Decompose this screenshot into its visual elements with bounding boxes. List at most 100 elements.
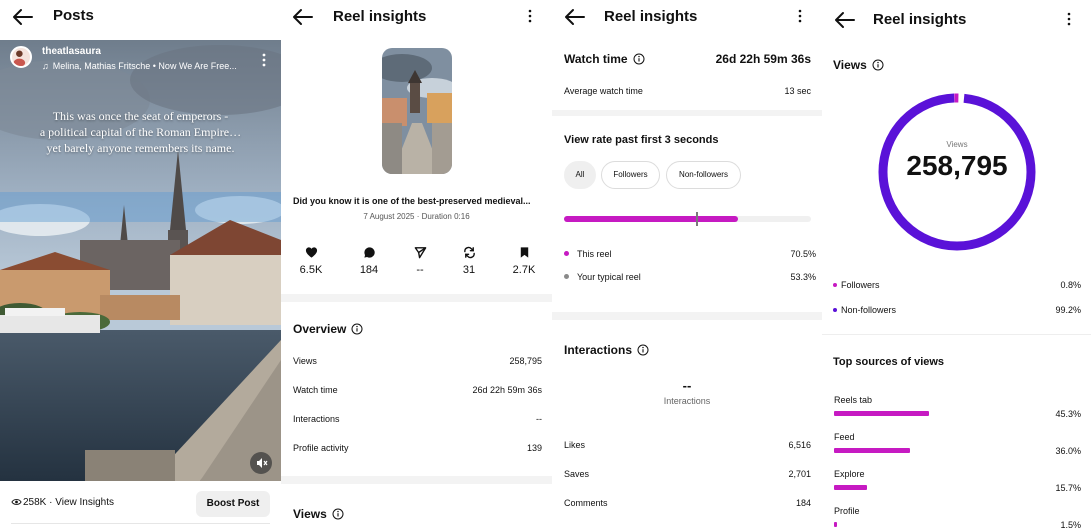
filter-chip-non-followers[interactable]: Non-followers [666, 161, 741, 189]
section-divider [281, 476, 552, 484]
back-arrow-icon[interactable] [291, 8, 313, 26]
source-bar [834, 485, 867, 490]
interactions-title-label: Interactions [564, 343, 633, 357]
legend-dot [833, 308, 837, 312]
reel-caption: Did you know it is one of the best-prese… [293, 196, 531, 206]
saves-stat: 2.7K [499, 244, 549, 276]
source-bar [834, 522, 838, 527]
caption-line: yet barely anyone remembers its name. [46, 141, 235, 155]
username[interactable]: theatlasaura [42, 46, 101, 57]
audience-value: 99.2% [1055, 305, 1081, 315]
bookmark-icon [499, 244, 549, 260]
overview-row-value: 139 [526, 443, 542, 453]
average-watch-time-value: 13 sec [784, 86, 811, 96]
source-value: 36.0% [1055, 446, 1081, 456]
donut-value: 258,795 [906, 150, 1008, 181]
overview-row-value: 26d 22h 59m 36s [472, 385, 542, 395]
watch-time-value: 26d 22h 59m 36s [715, 52, 811, 66]
reel-thumbnail[interactable] [382, 48, 452, 174]
legend-dot [564, 251, 569, 256]
overview-row-label: Profile activity [293, 443, 349, 453]
typical-reel-marker [695, 212, 698, 226]
reposts-value: 31 [462, 264, 476, 276]
comments-stat: 184 [344, 244, 394, 276]
source-label: Reels tab [834, 395, 873, 405]
source-label: Profile [834, 506, 860, 516]
section-divider [552, 312, 822, 320]
views-title: Views [833, 58, 884, 72]
view-rate-fill [564, 216, 739, 222]
source-bar [834, 448, 910, 453]
info-icon[interactable] [872, 59, 884, 71]
view-rate-title: View rate past first 3 seconds [564, 134, 719, 146]
legend-this-reel: This reel [564, 249, 612, 259]
overview-row-value: 258,795 [509, 356, 542, 366]
views-title: Views [293, 507, 344, 521]
overview-row-label: Interactions [293, 414, 340, 424]
reel-video[interactable] [0, 40, 281, 481]
reel-insights-views-panel: Reel insights Views Views 258,795 Follow… [822, 0, 1091, 531]
source-value: 45.3% [1055, 409, 1081, 419]
source-bar [834, 411, 930, 416]
source-label: Feed [834, 432, 855, 442]
source-value: 15.7% [1055, 483, 1081, 493]
back-arrow-icon[interactable] [833, 11, 855, 29]
page-title: Reel insights [873, 11, 967, 28]
back-arrow-icon[interactable] [11, 8, 33, 26]
avatar[interactable] [10, 46, 32, 68]
music-row[interactable]: ♫ Melina, Mathias Fritsche • Now We Are F… [42, 61, 237, 71]
share-icon [395, 244, 445, 260]
comments-value: 184 [359, 264, 379, 276]
reposts-stat: 31 [444, 244, 494, 276]
mute-icon[interactable] [250, 452, 272, 474]
boost-post-button[interactable]: Boost Post [196, 491, 270, 517]
info-icon[interactable] [351, 323, 363, 335]
info-icon[interactable] [633, 53, 645, 65]
interaction-row-value: 184 [795, 498, 811, 508]
info-icon[interactable] [332, 508, 344, 520]
interactions-total: -- [682, 378, 692, 393]
interaction-row-label: Likes [564, 440, 586, 450]
filter-chip-all[interactable]: All [564, 161, 596, 189]
interaction-row-value: 6,516 [788, 440, 811, 450]
interactions-total-label: Interactions [663, 396, 711, 406]
overview-title-label: Overview [293, 322, 347, 336]
legend-label: This reel [577, 249, 612, 259]
overview-row-value: -- [536, 414, 542, 424]
more-options-icon[interactable] [1064, 11, 1074, 27]
legend-value: 70.5% [790, 249, 816, 259]
eye-icon [11, 498, 23, 509]
view-insights-link[interactable]: 258K · View Insights [11, 497, 114, 509]
filter-chip-followers[interactable]: Followers [601, 161, 660, 189]
repost-icon [444, 244, 494, 260]
posts-panel: Posts theatlasaura ♫ Melina, Mathias Fri… [0, 0, 281, 531]
legend-dot [833, 283, 837, 287]
more-options-icon[interactable] [795, 8, 805, 24]
video-caption-overlay: This was once the seat of emperors - a p… [0, 108, 281, 156]
section-divider [281, 294, 552, 302]
legend-typical-reel: Your typical reel [564, 272, 641, 282]
divider [11, 523, 270, 524]
views-title-label: Views [293, 507, 327, 521]
overview-row-label: Watch time [293, 385, 338, 395]
audience-value: 0.8% [1060, 280, 1081, 290]
source-label: Explore [834, 469, 865, 479]
average-watch-time-label: Average watch time [564, 86, 643, 96]
legend-dot [564, 274, 569, 279]
watch-time-title: Watch time [564, 52, 645, 66]
page-title: Posts [53, 7, 94, 24]
caption-line: This was once the seat of emperors - [52, 109, 229, 123]
more-options-icon[interactable] [525, 8, 535, 24]
more-options-icon[interactable] [259, 52, 269, 68]
back-arrow-icon[interactable] [563, 8, 585, 26]
view-insights-label: 258K · View Insights [23, 497, 114, 508]
info-icon[interactable] [637, 344, 649, 356]
views-title-label: Views [833, 58, 867, 72]
likes-value: 6.5K [299, 264, 323, 276]
audience-label: Followers [841, 280, 880, 290]
overview-row-label: Views [293, 356, 317, 366]
caption-line: a political capital of the Roman Empire… [39, 125, 242, 139]
interaction-row-value: 2,701 [788, 469, 811, 479]
interactions-title: Interactions [564, 343, 649, 357]
watch-time-label: Watch time [564, 52, 628, 66]
